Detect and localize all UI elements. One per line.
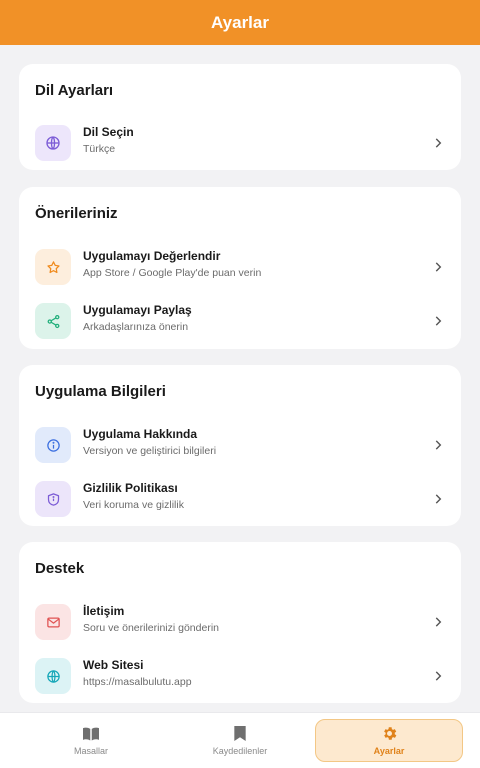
row-title: İletişim <box>83 604 125 618</box>
language-section: Dil Ayarları Dil Seçin Türkçe <box>19 64 461 170</box>
support-section: Destek İletişim Soru ve önerilerinizi gö… <box>19 542 461 703</box>
row-title: Gizlilik Politikası <box>83 481 178 495</box>
privacy-policy-row[interactable]: Gizlilik Politikası Veri koruma ve gizli… <box>19 472 461 526</box>
star-icon <box>35 249 71 285</box>
share-icon <box>35 303 71 339</box>
row-subtitle: Arkadaşlarınıza önerin <box>83 321 189 333</box>
info-icon <box>35 427 71 463</box>
chevron-right-icon <box>435 262 442 272</box>
tab-kaydedilenler[interactable]: Kaydedilenler <box>166 719 314 762</box>
chevron-right-icon <box>435 138 442 148</box>
about-app-row[interactable]: Uygulama Hakkında Versiyon ve geliştiric… <box>19 418 461 472</box>
page-title: Ayarlar <box>211 12 269 32</box>
contact-row[interactable]: İletişim Soru ve önerilerinizi gönderin <box>19 595 461 649</box>
row-subtitle: https://masalbulutu.app <box>83 676 192 688</box>
row-subtitle: App Store / Google Play'de puan verin <box>83 267 262 279</box>
chevron-right-icon <box>435 440 442 450</box>
row-subtitle: Veri koruma ve gizlilik <box>83 499 184 511</box>
website-row[interactable]: Web Sitesi https://masalbulutu.app <box>19 649 461 703</box>
bottom-tab-bar: Masallar Kaydedilenler Ayarlar <box>0 712 480 768</box>
chevron-right-icon <box>435 494 442 504</box>
chevron-right-icon <box>435 316 442 326</box>
tab-masallar[interactable]: Masallar <box>17 719 165 762</box>
book-icon <box>83 727 99 741</box>
share-app-row[interactable]: Uygulamayı Paylaş Arkadaşlarınıza önerin <box>19 294 461 348</box>
app-info-section: Uygulama Bilgileri Uygulama Hakkında Ver… <box>19 365 461 526</box>
app-header: Ayarlar <box>0 0 480 45</box>
section-title: Dil Ayarları <box>35 82 114 99</box>
tab-label: Masallar <box>73 745 108 756</box>
gear-icon <box>383 727 396 740</box>
language-select-row[interactable]: Dil Seçin Türkçe <box>19 116 461 170</box>
row-title: Dil Seçin <box>83 125 134 139</box>
tab-label: Kaydedilenler <box>212 746 268 756</box>
row-title: Uygulamayı Paylaş <box>83 303 192 317</box>
globe-icon <box>35 125 71 161</box>
row-subtitle: Versiyon ve geliştirici bilgileri <box>83 445 217 457</box>
rate-app-row[interactable]: Uygulamayı Değerlendir App Store / Googl… <box>19 240 461 294</box>
section-title: Uygulama Bilgileri <box>35 383 166 400</box>
suggestions-section: Önerileriniz Uygulamayı Değerlendir App … <box>19 187 461 349</box>
row-title: Uygulama Hakkında <box>83 427 198 441</box>
section-title: Destek <box>35 560 85 577</box>
tab-label: Ayarlar <box>373 746 405 756</box>
settings-list[interactable]: Dil Ayarları Dil Seçin Türkçe Önerilerin… <box>0 45 480 712</box>
mail-icon <box>35 604 71 640</box>
row-subtitle: Türkçe <box>83 143 116 155</box>
section-title: Önerileriniz <box>35 205 118 222</box>
shield-icon <box>35 481 71 517</box>
chevron-right-icon <box>435 617 442 627</box>
globe-icon <box>35 658 71 694</box>
tab-ayarlar[interactable]: Ayarlar <box>315 719 463 762</box>
row-subtitle: Soru ve önerilerinizi gönderin <box>83 622 219 634</box>
chevron-right-icon <box>435 671 442 681</box>
bookmark-icon <box>234 725 246 742</box>
row-title: Uygulamayı Değerlendir <box>83 249 221 263</box>
row-title: Web Sitesi <box>83 658 144 672</box>
